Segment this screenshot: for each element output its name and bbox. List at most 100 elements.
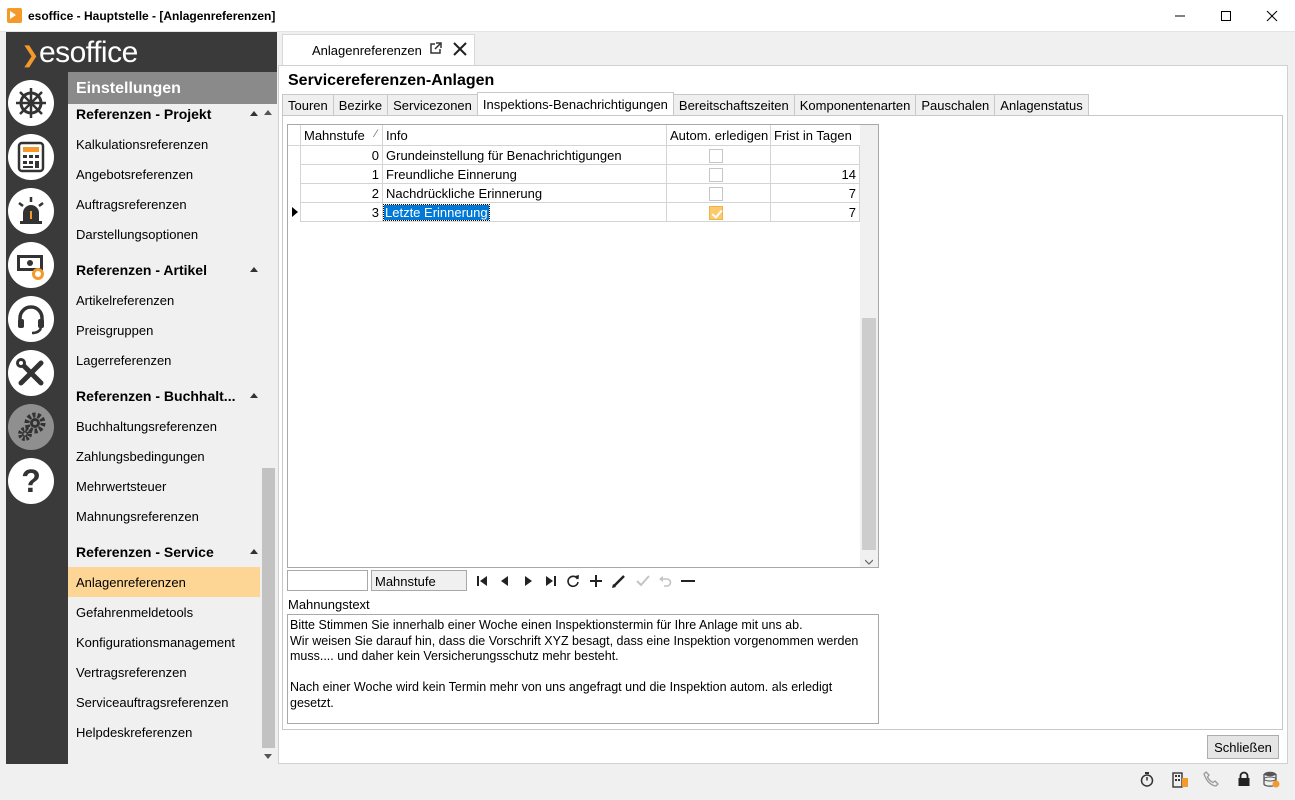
popout-icon[interactable] <box>429 42 442 58</box>
mahnungstext-textarea[interactable]: Bitte Stimmen Sie innerhalb einer Woche … <box>287 614 879 724</box>
alarm-light-icon[interactable] <box>8 188 54 234</box>
cell-info[interactable]: Freundliche Einnerung <box>383 165 667 184</box>
tab-inspektions-benachrichtigungen[interactable]: Inspektions-Benachrichtigungen <box>476 92 674 115</box>
table-row[interactable]: 1 Freundliche Einnerung 14 <box>288 165 860 184</box>
table-row-selected[interactable]: 3 Letzte Erinnerung 7 <box>288 203 860 222</box>
building-icon[interactable] <box>1170 769 1190 789</box>
minimize-button[interactable] <box>1157 0 1203 32</box>
nav-item-lagerreferenzen[interactable]: Lagerreferenzen <box>68 345 260 375</box>
nav-item-darstellungsoptionen[interactable]: Darstellungsoptionen <box>68 219 260 249</box>
nav-item-auftragsreferenzen[interactable]: Auftragsreferenzen <box>68 189 260 219</box>
scroll-up-icon[interactable] <box>264 110 272 115</box>
nav-item-helpdeskreferenzen[interactable]: Helpdeskreferenzen <box>68 717 260 747</box>
refresh-icon[interactable] <box>563 572 583 590</box>
cell-mahnstufe[interactable]: 0 <box>301 146 383 165</box>
cell-autom-erledigen[interactable] <box>667 203 771 222</box>
collapse-caret-icon[interactable] <box>250 393 258 398</box>
cell-mahnstufe[interactable]: 1 <box>301 165 383 184</box>
search-field-select[interactable]: Mahnstufe <box>371 570 467 591</box>
cell-autom-erledigen[interactable] <box>667 146 771 165</box>
search-input[interactable] <box>287 570 368 591</box>
notification-grid[interactable]: Mahnstufe ⁄ Info Autom. erledigen Frist … <box>287 124 879 568</box>
helm-icon[interactable] <box>8 80 54 126</box>
table-row[interactable]: 2 Nachdrückliche Erinnerung 7 <box>288 184 860 203</box>
cell-autom-erledigen[interactable] <box>667 165 771 184</box>
tab-bezirke[interactable]: Bezirke <box>332 94 389 115</box>
money-icon[interactable] <box>8 242 54 288</box>
add-record-icon[interactable] <box>586 572 606 590</box>
nav-item-zahlungsbedingungen[interactable]: Zahlungsbedingungen <box>68 441 260 471</box>
grid-scroll-thumb[interactable] <box>862 318 876 550</box>
column-header-frist[interactable]: Frist in Tagen <box>771 125 860 146</box>
tab-servicezonen[interactable]: Servicezonen <box>387 94 478 115</box>
collapse-caret-icon[interactable] <box>250 111 258 116</box>
nav-group-buchhaltung[interactable]: Referenzen - Buchhalt... <box>76 388 260 404</box>
nav-item-anlagenreferenzen[interactable]: Anlagenreferenzen <box>68 567 260 597</box>
delete-record-icon[interactable] <box>678 572 698 590</box>
close-button[interactable]: Schließen <box>1207 735 1279 759</box>
nav-group-artikel[interactable]: Referenzen - Artikel <box>76 262 260 278</box>
headset-icon[interactable] <box>8 296 54 342</box>
first-record-icon[interactable] <box>472 572 492 590</box>
cell-info[interactable]: Nachdrückliche Erinnerung <box>383 184 667 203</box>
nav-item-artikelreferenzen[interactable]: Artikelreferenzen <box>68 285 260 315</box>
lock-icon[interactable] <box>1234 769 1254 789</box>
checkbox-checked[interactable] <box>709 206 723 220</box>
table-row[interactable]: 0 Grundeinstellung für Benachrichtigunge… <box>288 146 860 165</box>
scroll-down-icon[interactable] <box>864 553 874 565</box>
nav-item-serviceauftragsreferenzen[interactable]: Serviceauftragsreferenzen <box>68 687 260 717</box>
nav-item-mahnungsreferenzen[interactable]: Mahnungsreferenzen <box>68 501 260 531</box>
phone-icon[interactable] <box>1201 769 1221 789</box>
cell-mahnstufe[interactable]: 3 <box>301 203 383 222</box>
cell-frist[interactable]: 7 <box>771 184 860 203</box>
cell-frist[interactable]: 14 <box>771 165 860 184</box>
cell-frist[interactable]: 7 <box>771 203 860 222</box>
previous-record-icon[interactable] <box>495 572 515 590</box>
collapse-caret-icon[interactable] <box>250 267 258 272</box>
edit-record-icon[interactable] <box>609 572 629 590</box>
close-window-button[interactable] <box>1249 0 1295 32</box>
tab-touren[interactable]: Touren <box>282 94 334 115</box>
nav-item-vertragsreferenzen[interactable]: Vertragsreferenzen <box>68 657 260 687</box>
maximize-button[interactable] <box>1203 0 1249 32</box>
nav-item-mehrwertsteuer[interactable]: Mehrwertsteuer <box>68 471 260 501</box>
column-header-autom-erledigen[interactable]: Autom. erledigen <box>667 125 771 146</box>
cell-autom-erledigen[interactable] <box>667 184 771 203</box>
next-record-icon[interactable] <box>518 572 538 590</box>
tools-icon[interactable] <box>8 350 54 396</box>
checkbox[interactable] <box>709 149 723 163</box>
nav-group-service[interactable]: Referenzen - Service <box>76 544 260 560</box>
checkbox[interactable] <box>709 168 723 182</box>
nav-group-projekt[interactable]: Referenzen - Projekt <box>76 106 260 122</box>
cell-frist[interactable] <box>771 146 860 165</box>
cell-info[interactable]: Grundeinstellung für Benachrichtigungen <box>383 146 667 165</box>
tab-komponentenarten[interactable]: Komponentenarten <box>793 94 917 115</box>
help-icon[interactable]: ? <box>8 458 54 504</box>
selected-cell-text[interactable]: Letzte Erinnerung <box>383 204 490 221</box>
nav-item-gefahrenmeldetools[interactable]: Gefahrenmeldetools <box>68 597 260 627</box>
tab-bereitschaftszeiten[interactable]: Bereitschaftszeiten <box>672 94 795 115</box>
last-record-icon[interactable] <box>541 572 561 590</box>
nav-scroll-thumb[interactable] <box>262 468 275 748</box>
column-header-info[interactable]: Info <box>383 125 667 146</box>
nav-item-preisgruppen[interactable]: Preisgruppen <box>68 315 260 345</box>
scroll-down-icon[interactable] <box>264 754 272 759</box>
database-icon[interactable] <box>1261 769 1281 789</box>
grid-scrollbar[interactable] <box>860 125 878 567</box>
nav-item-buchhaltungsreferenzen[interactable]: Buchhaltungsreferenzen <box>68 411 260 441</box>
gears-icon[interactable] <box>8 404 54 450</box>
nav-item-konfigurationsmanagement[interactable]: Konfigurationsmanagement <box>68 627 260 657</box>
cell-info[interactable]: Letzte Erinnerung <box>383 203 667 222</box>
document-tab[interactable]: Anlagenreferenzen <box>282 34 475 65</box>
tab-anlagenstatus[interactable]: Anlagenstatus <box>994 94 1089 115</box>
column-header-mahnstufe[interactable]: Mahnstufe ⁄ <box>301 125 383 146</box>
nav-item-angebotsreferenzen[interactable]: Angebotsreferenzen <box>68 159 260 189</box>
cell-mahnstufe[interactable]: 2 <box>301 184 383 203</box>
nav-scrollbar[interactable] <box>260 104 277 764</box>
nav-item-kalkulationsreferenzen[interactable]: Kalkulationsreferenzen <box>68 129 260 159</box>
checkbox[interactable] <box>709 187 723 201</box>
calculator-icon[interactable] <box>8 134 54 180</box>
collapse-caret-icon[interactable] <box>250 549 258 554</box>
tab-pauschalen[interactable]: Pauschalen <box>915 94 996 115</box>
stopwatch-icon[interactable] <box>1137 769 1157 789</box>
